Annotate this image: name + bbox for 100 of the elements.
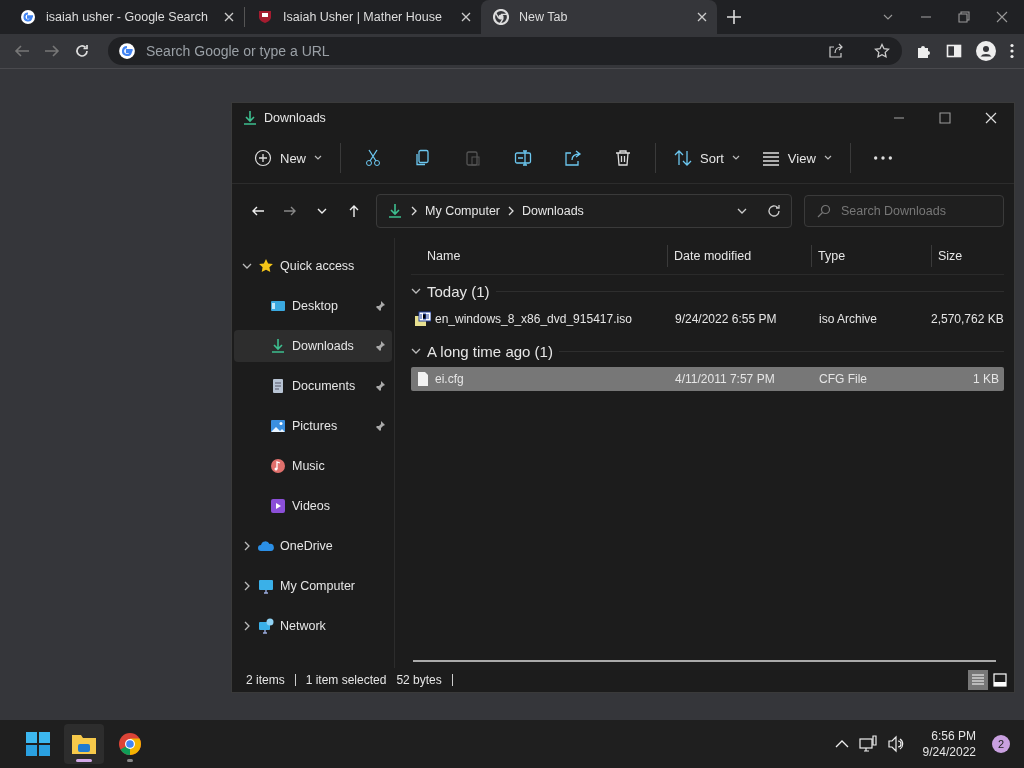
star-icon bbox=[258, 258, 274, 274]
forward-icon[interactable] bbox=[283, 204, 297, 218]
breadcrumb-item[interactable]: Downloads bbox=[522, 204, 584, 218]
chevron-right-icon[interactable] bbox=[242, 581, 252, 591]
caret-icon bbox=[731, 155, 740, 161]
puzzle-icon[interactable] bbox=[916, 43, 932, 59]
column-header[interactable]: Name bbox=[427, 249, 461, 263]
sidebar-item[interactable]: Videos bbox=[234, 490, 392, 522]
close-icon[interactable] bbox=[224, 12, 234, 22]
up-icon[interactable] bbox=[347, 204, 361, 218]
sidebar-item[interactable]: Downloads bbox=[234, 330, 392, 362]
side-panel-icon[interactable] bbox=[946, 43, 962, 59]
browser-tab[interactable]: New Tab bbox=[481, 0, 717, 34]
document-icon bbox=[270, 378, 286, 394]
pin-icon bbox=[374, 300, 386, 312]
sidebar-item[interactable]: Desktop bbox=[234, 290, 392, 322]
sidebar-item[interactable]: My Computer bbox=[234, 570, 392, 602]
column-header[interactable]: Size bbox=[938, 249, 963, 263]
group-header[interactable]: A long time ago (1) bbox=[427, 342, 553, 360]
download-icon bbox=[270, 338, 286, 354]
sidebar-item[interactable]: Quick access bbox=[234, 250, 392, 282]
sidebar-item[interactable]: Network bbox=[234, 610, 392, 642]
file-icon bbox=[415, 371, 431, 387]
browser-tab[interactable]: isaiah usher - Google Search bbox=[8, 0, 244, 34]
breadcrumb-item[interactable]: My Computer bbox=[425, 204, 501, 218]
separator-icon bbox=[508, 206, 515, 216]
reload-icon[interactable] bbox=[74, 43, 90, 59]
sidebar-item[interactable]: Music bbox=[234, 450, 392, 482]
picture-icon bbox=[270, 418, 286, 434]
list-lines-icon bbox=[761, 149, 780, 167]
explorer-taskbar-button[interactable] bbox=[64, 724, 104, 764]
sidebar-item[interactable]: Documents bbox=[234, 370, 392, 402]
chevron-down-icon[interactable] bbox=[411, 346, 421, 356]
date-cell-text: 4/11/2011 7:57 PM bbox=[674, 372, 776, 386]
refresh-icon[interactable] bbox=[767, 204, 781, 218]
shield-icon bbox=[257, 9, 273, 25]
dropdown-icon[interactable] bbox=[737, 206, 747, 216]
view-button[interactable]: View bbox=[751, 141, 842, 175]
chevron-down-icon[interactable] bbox=[242, 261, 252, 271]
status-text: 52 bytes bbox=[396, 674, 453, 686]
file-row[interactable]: en_windows_8_x86_dvd_915417.iso 9/24/2022 6:55 PM iso Archive 2,570,762 KB bbox=[411, 307, 1004, 331]
close-icon[interactable] bbox=[461, 12, 471, 22]
restore-icon[interactable] bbox=[958, 11, 970, 23]
window-pane-icon bbox=[993, 673, 1007, 687]
star-outline-icon[interactable] bbox=[874, 43, 890, 59]
chrome-icon bbox=[493, 9, 509, 25]
video-icon bbox=[270, 498, 286, 514]
search-field[interactable]: Search Downloads bbox=[839, 203, 991, 219]
status-text: 1 item selected bbox=[294, 674, 397, 686]
column-header[interactable]: Date modified bbox=[674, 249, 752, 263]
monitor-icon bbox=[258, 578, 274, 594]
search-box[interactable]: Search Downloads bbox=[804, 195, 1004, 227]
desktop-icon bbox=[270, 298, 286, 314]
chevron-down-icon[interactable] bbox=[411, 286, 421, 296]
sidebar-item[interactable]: OneDrive bbox=[234, 530, 392, 562]
recent-locations-icon[interactable] bbox=[317, 206, 327, 216]
file-name: en_windows_8_x86_dvd_915417.iso bbox=[435, 312, 632, 326]
search-icon bbox=[817, 204, 831, 218]
scrollbar[interactable] bbox=[413, 660, 996, 662]
tiles-view-button[interactable] bbox=[990, 670, 1010, 690]
network-icon[interactable] bbox=[858, 735, 877, 753]
cloud-icon bbox=[258, 538, 274, 554]
notification-badge[interactable]: 2 bbox=[992, 735, 1010, 753]
type-cell-text: iso Archive bbox=[818, 312, 879, 326]
download-icon bbox=[387, 203, 403, 219]
group-header[interactable]: Today (1) bbox=[427, 282, 490, 300]
date-cell-text: 9/24/2022 6:55 PM bbox=[674, 312, 778, 326]
pin-icon bbox=[374, 340, 386, 352]
clipboard-icon bbox=[464, 149, 482, 167]
maximize-icon[interactable] bbox=[939, 112, 951, 124]
share-icon[interactable] bbox=[828, 43, 844, 59]
google-icon bbox=[118, 42, 136, 60]
sort-arrows-icon bbox=[674, 149, 692, 167]
status-text: 2 items bbox=[246, 674, 286, 686]
caret-icon bbox=[823, 155, 832, 161]
scissors-icon bbox=[364, 149, 382, 167]
chevron-right-icon[interactable] bbox=[242, 541, 252, 551]
close-icon[interactable] bbox=[996, 11, 1008, 23]
clock[interactable]: 6:56 PM 9/24/2022 bbox=[922, 728, 976, 760]
speaker-icon[interactable] bbox=[886, 735, 905, 753]
address-bar[interactable]: Search Google or type a URL bbox=[108, 37, 902, 65]
menu-icon[interactable] bbox=[1010, 43, 1014, 59]
type-cell-text: CFG File bbox=[818, 372, 868, 386]
file-row[interactable]: ei.cfg 4/11/2011 7:57 PM CFG File 1 KB bbox=[411, 367, 1004, 391]
chevron-right-icon[interactable] bbox=[242, 621, 252, 631]
new-tab-icon[interactable] bbox=[727, 10, 741, 24]
list-lines-icon bbox=[971, 673, 985, 687]
new-button[interactable]: New bbox=[244, 141, 332, 175]
size-cell: 2,570,762 KB bbox=[931, 312, 1003, 326]
sort-button[interactable]: Sort bbox=[664, 141, 750, 175]
back-icon[interactable] bbox=[251, 204, 265, 218]
share-icon bbox=[564, 149, 582, 167]
file-name: ei.cfg bbox=[435, 372, 464, 386]
close-icon[interactable] bbox=[697, 12, 707, 22]
browser-tab[interactable]: Isaiah Usher | Mather House bbox=[245, 0, 481, 34]
profile-icon[interactable] bbox=[976, 41, 996, 61]
address-bar[interactable]: My Computer Downloads bbox=[376, 194, 792, 228]
sidebar-item[interactable]: Pictures bbox=[234, 410, 392, 442]
column-header[interactable]: Type bbox=[818, 249, 846, 263]
forward-icon[interactable] bbox=[44, 43, 60, 59]
